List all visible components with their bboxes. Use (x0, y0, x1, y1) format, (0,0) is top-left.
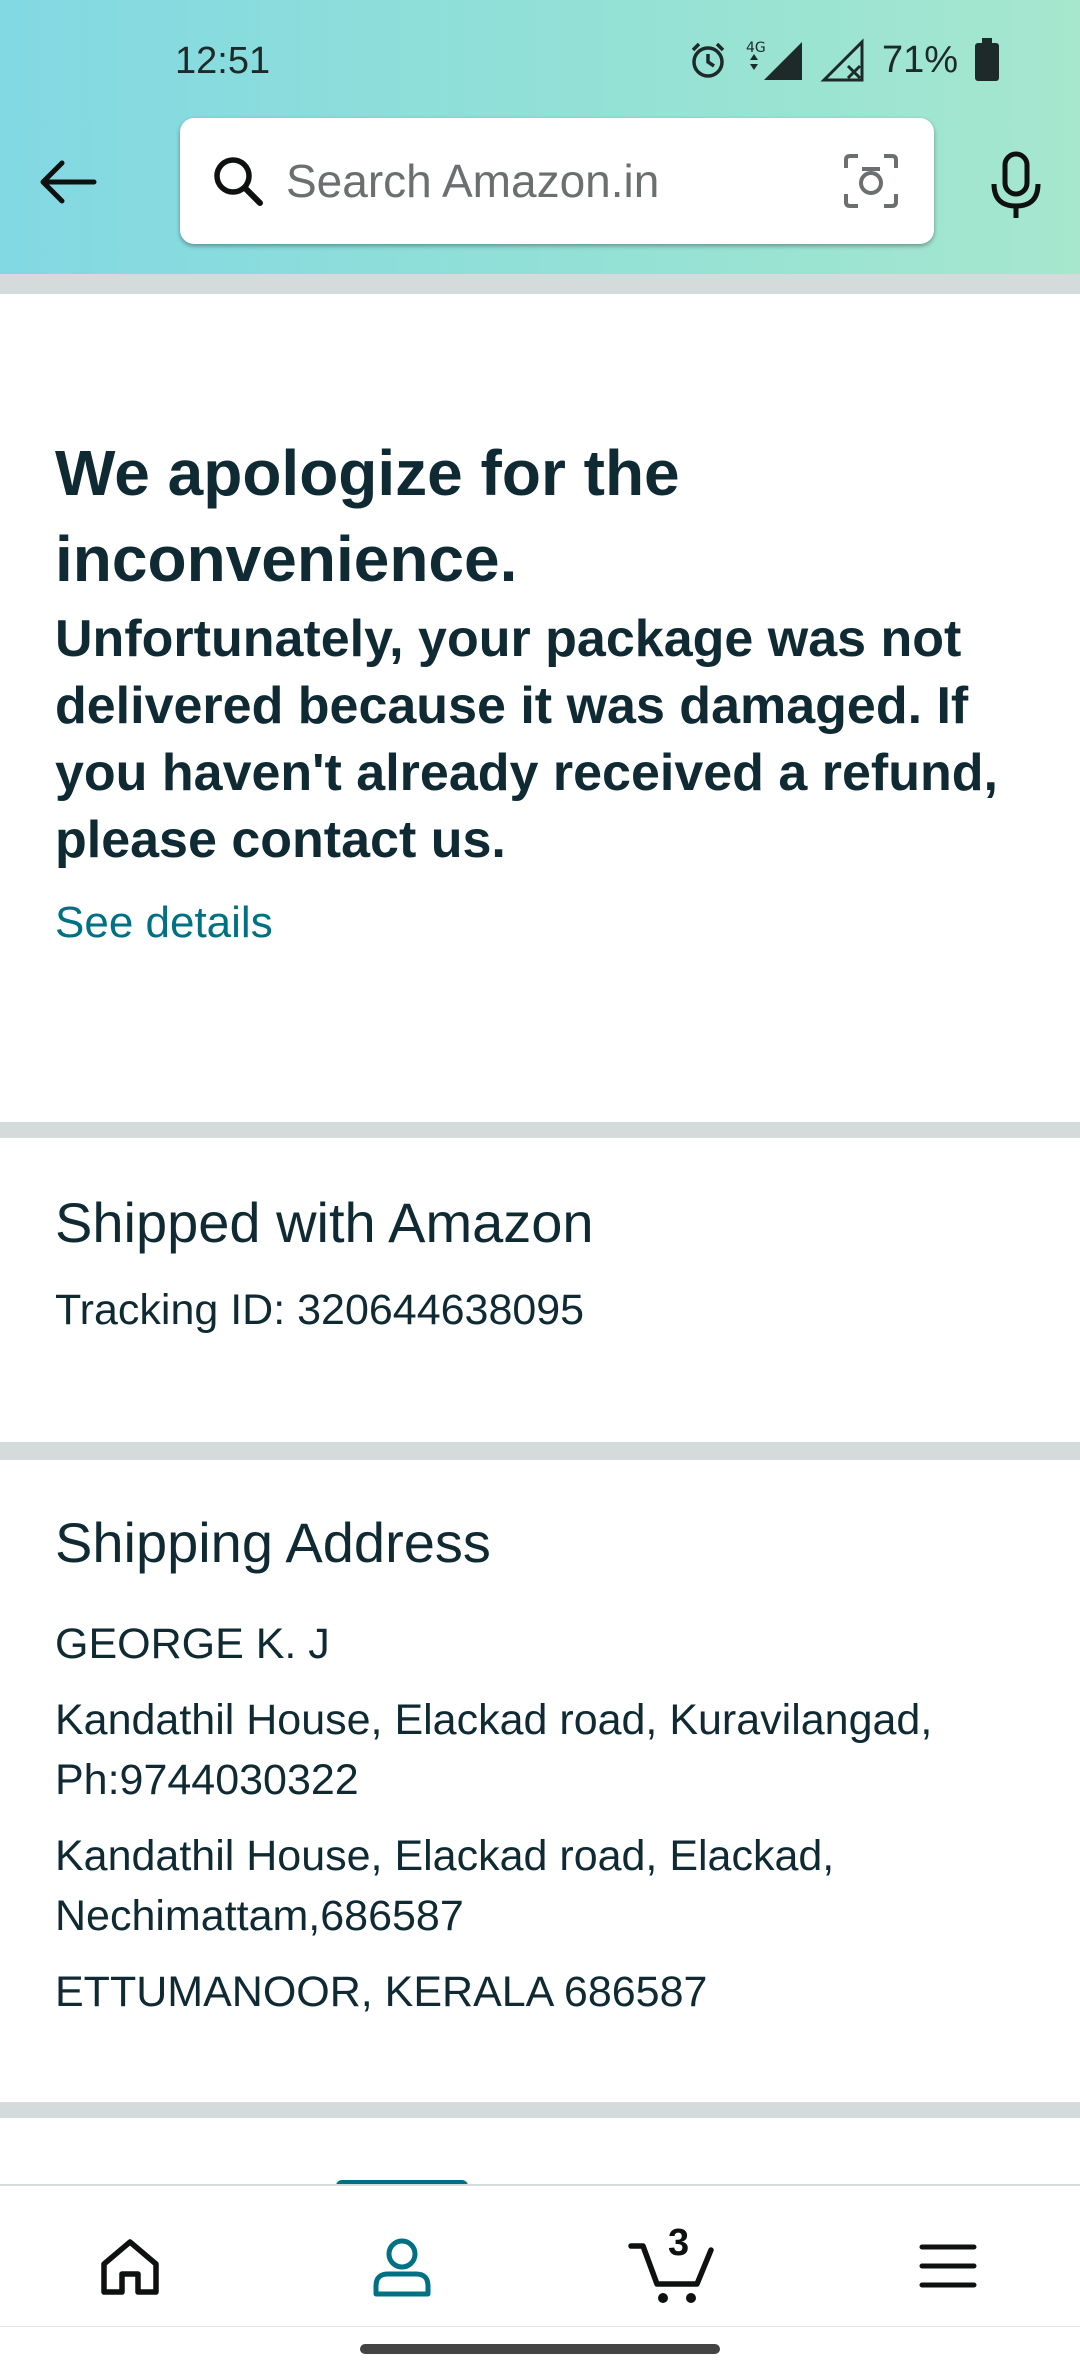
see-details-link[interactable]: See details (55, 898, 273, 948)
nav-home[interactable] (80, 2216, 180, 2316)
notice-heading: We apologize for the inconvenience. (55, 437, 680, 595)
section-divider (0, 2102, 1080, 2118)
address-name: GEORGE K. J (55, 1620, 330, 1668)
microphone-button[interactable] (985, 150, 1047, 222)
section-divider (0, 1122, 1080, 1138)
nav-menu[interactable] (898, 2216, 998, 2316)
shipping-address-card: Shipping Address GEORGE K. J Kandathil H… (0, 1460, 1080, 2102)
hamburger-menu-icon (919, 2244, 977, 2288)
section-divider (0, 274, 1080, 294)
network-label: 4G (746, 40, 766, 56)
home-icon (101, 2239, 159, 2295)
shipment-title: Shipped with Amazon (55, 1191, 594, 1254)
nav-account[interactable] (352, 2216, 452, 2316)
microphone-icon (991, 151, 1041, 218)
camera-scan-icon[interactable] (842, 152, 900, 210)
battery-percent: 71% (881, 38, 958, 81)
address-line-2: Kandathil House, Elackad road, Elackad, … (55, 1832, 835, 1940)
address-line-3: ETTUMANOOR, KERALA 686587 (55, 1968, 708, 2016)
status-icons: 4G 71% (688, 38, 1000, 82)
signal-no-sim-icon (820, 38, 864, 82)
search-input[interactable] (284, 153, 828, 209)
shipment-card: Shipped with Amazon Tracking ID: 3206446… (0, 1138, 1080, 1442)
battery-icon (975, 38, 999, 81)
nav-cart[interactable]: 3 (622, 2216, 722, 2316)
address-line-1: Kandathil House, Elackad road, Kuravilan… (55, 1696, 933, 1804)
notice-message: Unfortunately, your package was not deli… (55, 610, 998, 869)
alarm-icon (691, 42, 725, 78)
status-time: 12:51 (175, 40, 271, 82)
signal-4g-icon: 4G (746, 40, 802, 80)
bottom-navigation: 3 (0, 2184, 1080, 2326)
home-gesture-handle[interactable] (360, 2344, 720, 2354)
search-icon (208, 151, 268, 211)
delivery-notice-card: We apologize for the inconvenience. Unfo… (0, 294, 1080, 1122)
cart-count-badge: 3 (668, 2222, 690, 2264)
user-icon (373, 2238, 431, 2297)
order-info-card-partial (0, 2118, 1080, 2184)
address-title: Shipping Address (55, 1511, 491, 1574)
search-bar[interactable] (180, 118, 934, 244)
tracking-id: Tracking ID: 320644638095 (55, 1286, 585, 1334)
status-bar: 12:51 4G 71% (0, 0, 1080, 110)
arrow-left-icon (40, 160, 97, 204)
back-button[interactable] (36, 150, 100, 214)
section-divider (0, 1442, 1080, 1460)
